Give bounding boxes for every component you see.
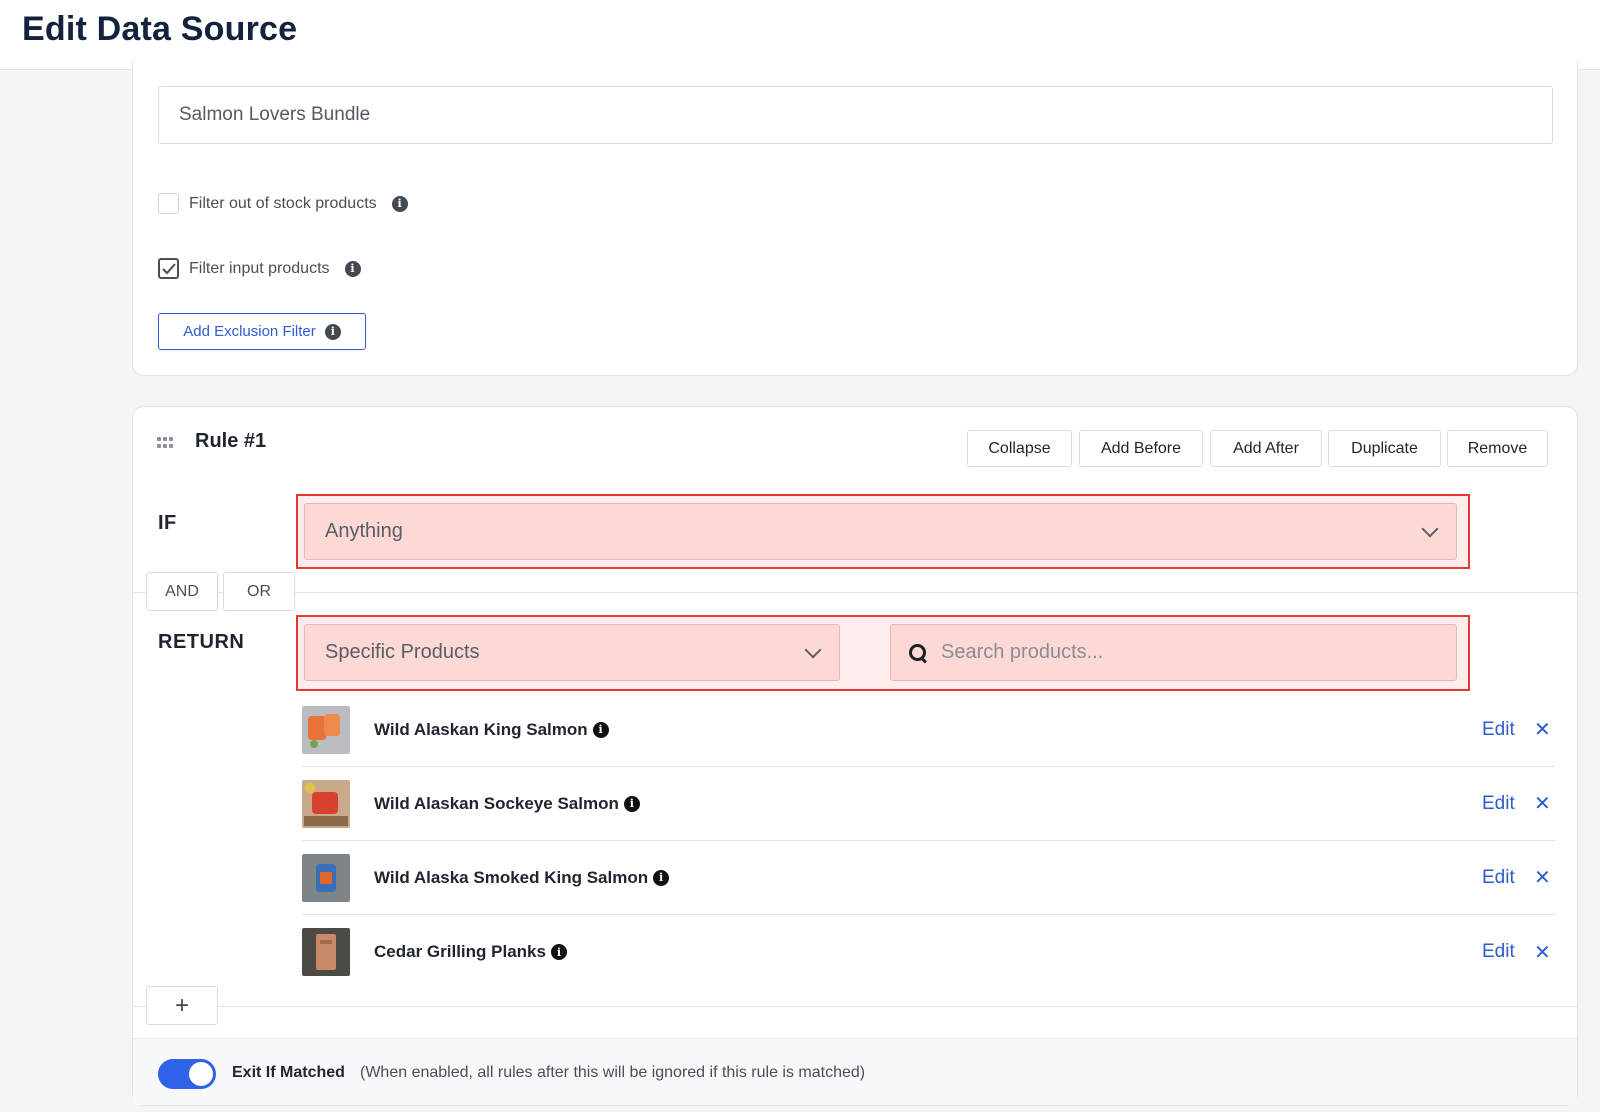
edit-product-link[interactable]: Edit xyxy=(1482,719,1515,741)
product-name: Wild Alaskan King Salmon i xyxy=(374,720,609,740)
product-thumbnail xyxy=(302,779,350,828)
add-after-button[interactable]: Add After xyxy=(1210,430,1322,467)
edit-product-link[interactable]: Edit xyxy=(1482,793,1515,815)
data-source-name-input[interactable] xyxy=(158,86,1553,144)
duplicate-button[interactable]: Duplicate xyxy=(1328,430,1441,467)
toggle-knob xyxy=(189,1062,213,1086)
product-thumbnail xyxy=(302,928,350,976)
rule-divider xyxy=(132,592,1578,593)
return-label: RETURN xyxy=(158,631,245,653)
edit-product-link[interactable]: Edit xyxy=(1482,941,1515,963)
filter-input-row: Filter input products i xyxy=(158,258,361,279)
info-icon[interactable]: i xyxy=(623,795,640,812)
edit-product-link[interactable]: Edit xyxy=(1482,867,1515,889)
remove-button[interactable]: Remove xyxy=(1447,430,1548,467)
product-search xyxy=(890,624,1457,681)
remove-product-icon[interactable]: ✕ xyxy=(1534,940,1551,965)
return-type-select[interactable]: Specific Products xyxy=(304,624,840,681)
checkmark-icon xyxy=(161,262,176,274)
if-label: IF xyxy=(158,512,177,534)
product-name: Cedar Grilling Planks i xyxy=(374,942,567,962)
product-row: Wild Alaskan King Salmon i Edit ✕ xyxy=(302,693,1555,767)
rule-title: Rule #1 xyxy=(195,430,267,452)
filter-out-of-stock-checkbox[interactable] xyxy=(158,193,179,214)
return-type-value: Specific Products xyxy=(325,641,480,663)
collapse-button[interactable]: Collapse xyxy=(967,430,1072,467)
info-icon[interactable]: i xyxy=(653,869,670,886)
product-thumbnail xyxy=(302,705,350,754)
and-button[interactable]: AND xyxy=(146,572,218,611)
filter-input-checkbox[interactable] xyxy=(158,258,179,279)
product-row: Cedar Grilling Planks i Edit ✕ xyxy=(302,915,1555,989)
search-icon xyxy=(909,643,927,662)
drag-handle-icon[interactable] xyxy=(157,437,173,449)
chevron-down-icon xyxy=(804,641,822,658)
exit-if-matched-toggle[interactable] xyxy=(158,1059,216,1089)
remove-product-icon[interactable]: ✕ xyxy=(1534,791,1551,816)
filter-out-of-stock-label: Filter out of stock products xyxy=(189,194,377,212)
add-before-button[interactable]: Add Before xyxy=(1079,430,1203,467)
info-icon[interactable]: i xyxy=(391,195,408,212)
product-name: Wild Alaska Smoked King Salmon i xyxy=(374,868,670,888)
info-icon[interactable]: i xyxy=(592,721,609,738)
product-search-input[interactable] xyxy=(941,641,1421,664)
product-row: Wild Alaska Smoked King Salmon i Edit ✕ xyxy=(302,841,1555,915)
add-exclusion-filter-button[interactable]: Add Exclusion Filter i xyxy=(158,313,366,350)
chevron-down-icon xyxy=(1421,520,1439,537)
remove-product-icon[interactable]: ✕ xyxy=(1534,865,1551,890)
filter-out-of-stock-row: Filter out of stock products i xyxy=(158,193,408,214)
add-exclusion-filter-label: Add Exclusion Filter xyxy=(183,323,316,340)
add-rule-button[interactable]: + xyxy=(146,986,218,1025)
product-name: Wild Alaskan Sockeye Salmon i xyxy=(374,794,640,814)
filter-input-label: Filter input products xyxy=(189,259,330,277)
exit-if-matched-label: Exit If Matched xyxy=(232,1064,345,1081)
product-thumbnail xyxy=(302,853,350,902)
or-button[interactable]: OR xyxy=(223,572,295,611)
exit-if-matched-note: (When enabled, all rules after this will… xyxy=(360,1064,866,1081)
if-condition-value: Anything xyxy=(325,520,403,542)
info-icon[interactable]: i xyxy=(550,944,567,960)
product-row: Wild Alaskan Sockeye Salmon i Edit ✕ xyxy=(302,767,1555,841)
info-icon[interactable]: i xyxy=(344,260,361,277)
add-rule-divider xyxy=(132,1006,1578,1007)
page-title: Edit Data Source xyxy=(22,10,298,48)
if-condition-select[interactable]: Anything xyxy=(304,503,1457,560)
remove-product-icon[interactable]: ✕ xyxy=(1534,717,1551,742)
info-icon: i xyxy=(324,323,341,340)
